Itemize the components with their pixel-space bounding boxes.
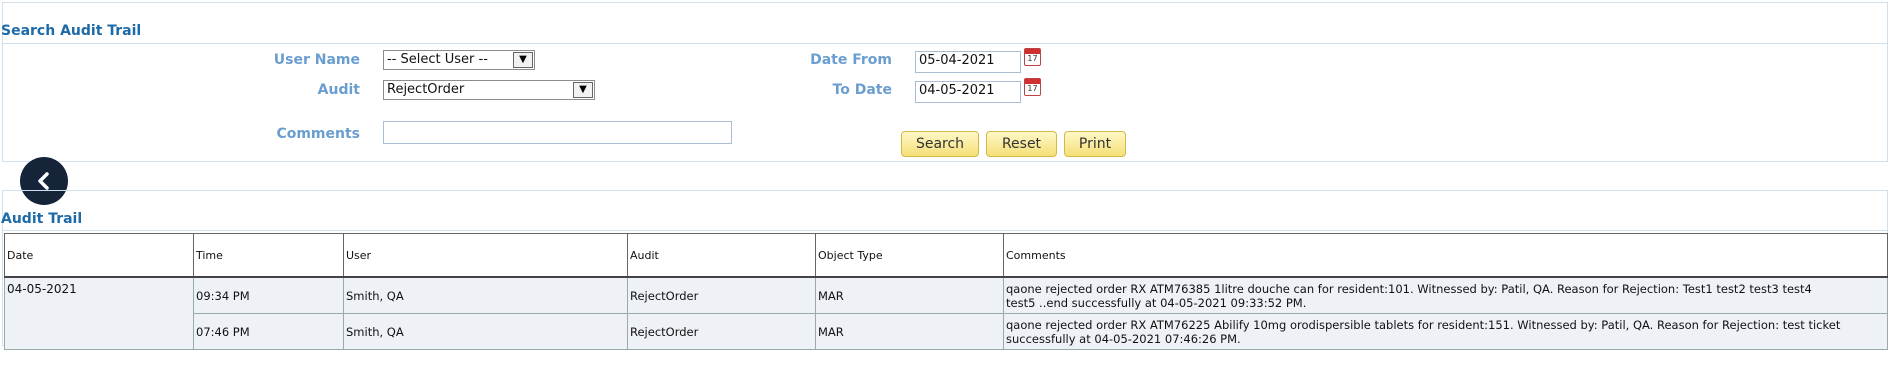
audit-select-value: RejectOrder — [387, 82, 465, 97]
comments-cell: qaone rejected order RX ATM76385 1litre … — [1003, 276, 1888, 314]
calendar-icon[interactable]: 17 — [1024, 78, 1041, 96]
time-cell: 09:34 PM — [193, 276, 344, 314]
user-cell: Smith, QA — [343, 276, 628, 314]
user-name-label: User Name — [273, 52, 360, 68]
calendar-number: 17 — [1027, 84, 1038, 93]
audit-cell: RejectOrder — [627, 313, 816, 350]
comments-line: test5 ..end successfully at 04-05-2021 0… — [1006, 295, 1307, 310]
user-name-select-value: -- Select User -- — [387, 52, 488, 67]
comments-input[interactable] — [383, 121, 732, 144]
comments-cell: qaone rejected order RX ATM76225 Abilify… — [1003, 313, 1888, 350]
table-row: 07:46 PM Smith, QA RejectOrder MAR qaone… — [5, 313, 1888, 350]
object-type-cell: MAR — [815, 276, 1004, 314]
audit-cell: RejectOrder — [627, 276, 816, 314]
column-header-time[interactable]: Time — [193, 233, 344, 278]
print-button[interactable]: Print — [1064, 131, 1126, 157]
user-cell: Smith, QA — [343, 313, 628, 350]
chevron-down-icon: ▼ — [513, 52, 533, 68]
column-header-comments[interactable]: Comments — [1003, 233, 1888, 278]
comments-line: successfully at 04-05-2021 07:46:26 PM. — [1006, 331, 1241, 346]
to-date-label: To Date — [832, 82, 892, 98]
column-header-user[interactable]: User — [343, 233, 628, 278]
date-from-label: Date From — [810, 52, 892, 68]
audit-trail-title: Audit Trail — [1, 211, 83, 227]
calendar-number: 17 — [1027, 54, 1038, 63]
column-header-date[interactable]: Date — [4, 233, 194, 278]
audit-trail-table: Date Time User Audit Object Type Comment… — [4, 233, 1888, 350]
chevron-left-icon — [38, 172, 49, 190]
table-row: 04-05-2021 09:34 PM Smith, QA RejectOrde… — [4, 276, 1888, 350]
user-name-select[interactable]: -- Select User -- ▼ — [383, 50, 535, 70]
search-section-title: Search Audit Trail — [1, 23, 142, 39]
date-from-input[interactable]: 05-04-2021 — [915, 51, 1021, 73]
time-cell: 07:46 PM — [193, 313, 344, 350]
to-date-input[interactable]: 04-05-2021 — [915, 81, 1021, 103]
table-header-row: Date Time User Audit Object Type Comment… — [4, 233, 1888, 278]
column-header-audit[interactable]: Audit — [627, 233, 816, 278]
search-button[interactable]: Search — [901, 131, 979, 157]
chevron-down-icon: ▼ — [573, 82, 593, 98]
reset-button[interactable]: Reset — [986, 131, 1057, 157]
search-title-divider — [2, 43, 1888, 44]
audit-select[interactable]: RejectOrder ▼ — [383, 80, 595, 100]
column-header-object-type[interactable]: Object Type — [815, 233, 1004, 278]
calendar-icon[interactable]: 17 — [1024, 48, 1041, 66]
comments-line: qaone rejected order RX ATM76225 Abilify… — [1006, 317, 1841, 332]
object-type-cell: MAR — [815, 313, 1004, 350]
comments-line: qaone rejected order RX ATM76385 1litre … — [1006, 281, 1812, 296]
comments-label: Comments — [276, 126, 360, 142]
date-cell: 04-05-2021 — [4, 276, 194, 350]
audit-title-divider — [2, 230, 1888, 231]
audit-label: Audit — [317, 82, 360, 98]
